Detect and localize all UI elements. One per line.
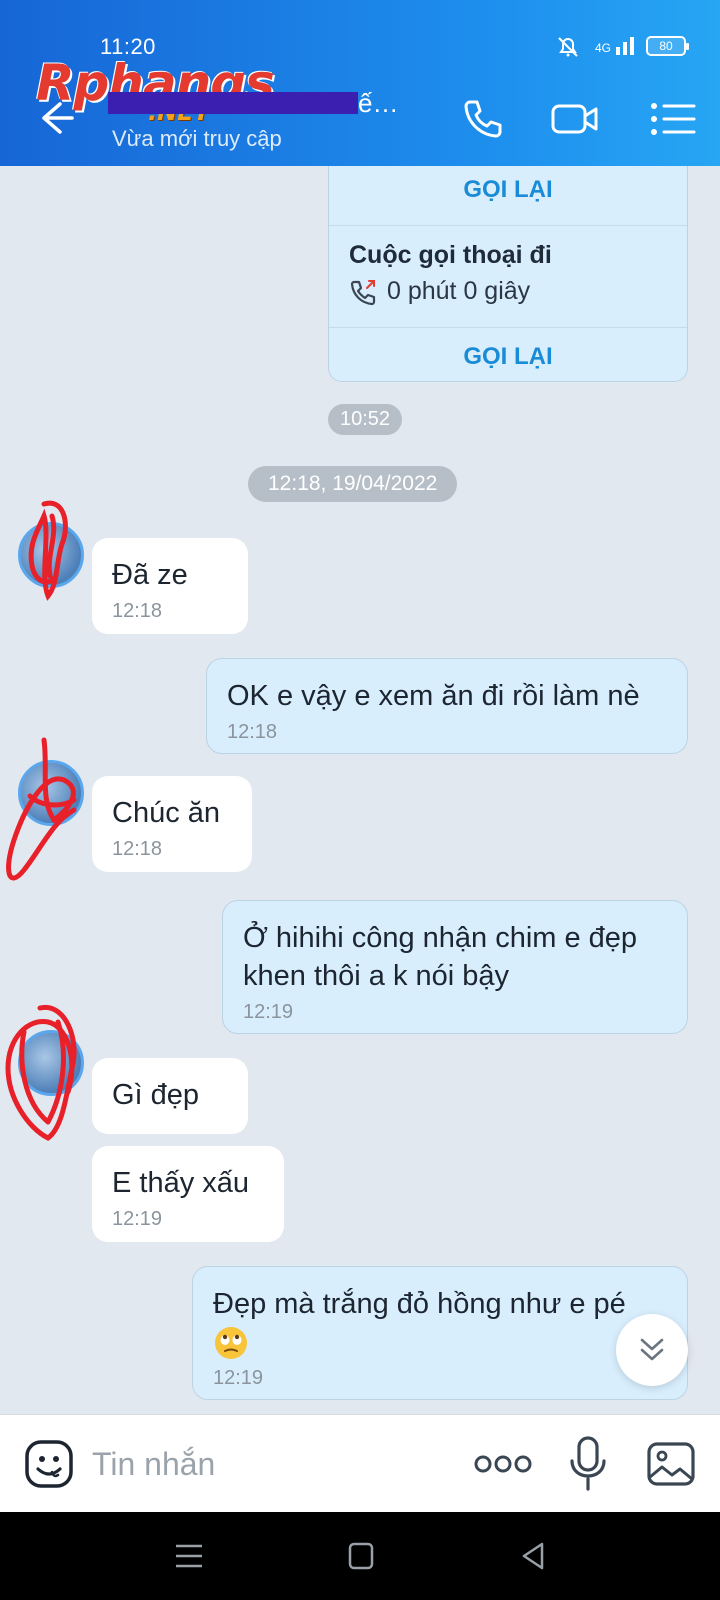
message-input-bar [0, 1414, 720, 1512]
redial-button[interactable]: GỌI LẠI [329, 333, 687, 381]
avatar[interactable] [18, 1030, 84, 1096]
card-divider [329, 225, 687, 226]
microphone-icon[interactable] [568, 1435, 608, 1493]
message-time: 12:19 [112, 1208, 163, 1230]
call-duration-row: 0 phút 0 giây [349, 277, 530, 306]
home-square-icon[interactable] [344, 1540, 378, 1572]
message-bubble-outgoing[interactable]: Đẹp mà trắng đỏ hồng như e pé 12:19 [192, 1266, 688, 1400]
chat-area[interactable]: GỌI LẠI Cuộc gọi thoại đi 0 phút 0 giây … [0, 166, 720, 1414]
call-title: Cuộc gọi thoại đi [349, 241, 552, 269]
network-label: 4G [594, 41, 611, 55]
bell-muted-icon [558, 37, 578, 57]
rolling-eyes-emoji-icon [215, 1327, 247, 1360]
back-triangle-icon[interactable] [516, 1540, 550, 1572]
battery-icon: 80 [646, 36, 689, 56]
message-text: OK e vậy e xem ăn đi rồi làm nè [227, 680, 640, 712]
app-header: 11:20 4G 80 Rphangs .NET ế… Vừa mới truy… [0, 0, 720, 166]
more-dots-icon[interactable] [474, 1451, 532, 1477]
call-time-badge: 10:52 [328, 404, 403, 435]
message-text-content: Đẹp mà trắng đỏ hồng như e pé [213, 1288, 626, 1320]
chevron-double-down-icon [640, 1338, 664, 1361]
battery-level: 80 [659, 39, 673, 53]
system-nav-bar [0, 1512, 720, 1600]
contact-name[interactable]: ế… [358, 88, 398, 119]
message-text: Đẹp mà trắng đỏ hồng như e pé [213, 1285, 667, 1361]
call-card: GỌI LẠI Cuộc gọi thoại đi 0 phút 0 giây … [328, 166, 688, 382]
emoji-icon[interactable] [24, 1439, 74, 1489]
message-text: E thấy xấu [112, 1167, 250, 1199]
message-bubble-outgoing[interactable]: OK e vậy e xem ăn đi rồi làm nè 12:18 [206, 658, 688, 754]
call-duration: 0 phút 0 giây [387, 277, 531, 305]
message-bubble-incoming[interactable]: E thấy xấu 12:19 [92, 1146, 284, 1242]
menu-list-icon[interactable] [648, 96, 698, 142]
message-text: Đã ze [112, 559, 188, 591]
gallery-icon[interactable] [646, 1439, 696, 1489]
date-separator: 12:18, 19/04/2022 [248, 466, 458, 502]
message-bubble-incoming[interactable]: Chúc ăn 12:18 [92, 776, 252, 872]
avatar[interactable] [18, 760, 84, 826]
message-time: 12:18 [227, 721, 278, 743]
contact-name-redaction [108, 92, 358, 114]
message-text: Ở hihihi công nhận chim e đẹp khen thôi … [243, 922, 638, 992]
scroll-to-bottom-button[interactable] [616, 1314, 688, 1386]
message-text: Gì đẹp [112, 1079, 200, 1111]
message-bubble-outgoing[interactable]: Ở hihihi công nhận chim e đẹp khen thôi … [222, 900, 688, 1034]
message-bubble-incoming[interactable]: Gì đẹp [92, 1058, 248, 1134]
message-time: 12:18 [112, 838, 163, 860]
message-time: 12:18 [112, 600, 163, 622]
message-time: 12:19 [243, 1001, 294, 1023]
missed-call-icon [350, 279, 376, 305]
contact-status: Vừa mới truy cập [112, 126, 282, 151]
video-camera-icon[interactable] [550, 96, 600, 142]
message-text: Chúc ăn [112, 797, 221, 829]
message-input[interactable] [92, 1441, 452, 1487]
status-icons: 4G 80 [553, 34, 689, 58]
redial-button-top[interactable]: GỌI LẠI [329, 166, 687, 215]
card-divider [329, 327, 687, 328]
message-bubble-incoming[interactable]: Đã ze 12:18 [92, 538, 248, 634]
message-time: 12:19 [213, 1367, 264, 1390]
signal-icon: 4G [595, 37, 634, 55]
phone-icon[interactable] [458, 96, 508, 142]
recents-menu-icon[interactable] [172, 1540, 206, 1572]
avatar[interactable] [18, 522, 84, 588]
